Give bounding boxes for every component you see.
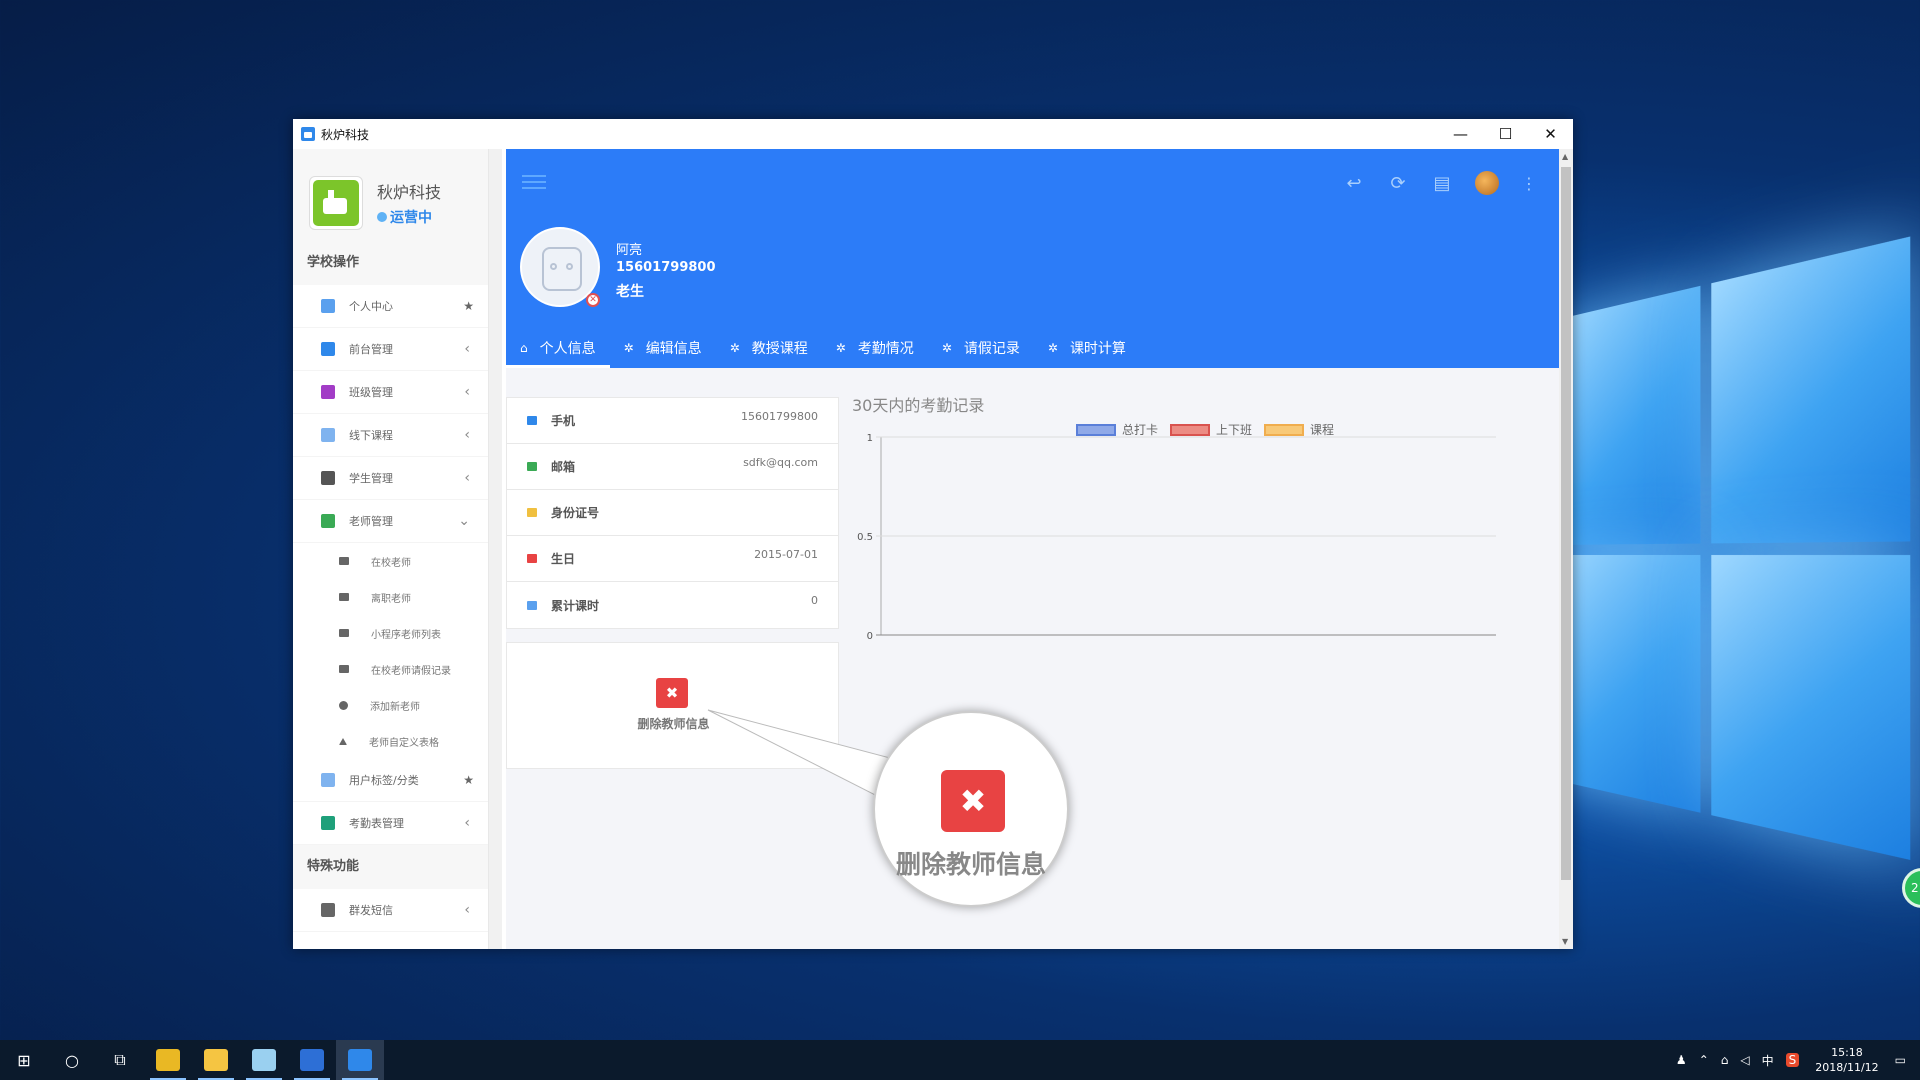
clock-time: 15:18 — [1831, 1046, 1863, 1059]
qiulu-app-icon — [348, 1049, 372, 1071]
notepad-icon — [252, 1049, 276, 1071]
browser-icon — [300, 1049, 324, 1071]
network-icon[interactable]: ⌂ — [1721, 1053, 1729, 1067]
show-hidden-icon[interactable]: ⌃ — [1699, 1053, 1709, 1067]
folder-icon — [204, 1049, 228, 1071]
chrome-icon — [156, 1049, 180, 1071]
notification-icon[interactable]: ▭ — [1895, 1053, 1906, 1067]
taskbar-app-3[interactable] — [288, 1040, 336, 1080]
clock-date: 2018/11/12 — [1815, 1061, 1879, 1074]
zoom-pointer — [707, 709, 906, 801]
task-view-icon[interactable]: ⧉ — [96, 1040, 144, 1080]
zoom-delete-label: 删除教师信息 — [895, 850, 1046, 879]
sogou-icon[interactable]: S — [1785, 1053, 1800, 1067]
taskbar-app-2[interactable] — [240, 1040, 288, 1080]
taskbar-app-0[interactable] — [144, 1040, 192, 1080]
people-icon[interactable]: ♟ — [1676, 1053, 1687, 1067]
volume-icon[interactable]: ◁ — [1740, 1053, 1749, 1067]
ime-indicator[interactable]: 中 — [1762, 1052, 1774, 1069]
taskbar-app-4[interactable] — [336, 1040, 384, 1080]
clock[interactable]: 15:18 2018/11/12 — [1815, 1045, 1878, 1075]
start-button[interactable]: ⊞ — [0, 1040, 48, 1080]
zoom-callout: ✖ 删除教师信息 — [873, 711, 1069, 907]
search-icon[interactable]: ○ — [48, 1040, 96, 1080]
taskbar-app-1[interactable] — [192, 1040, 240, 1080]
zoom-delete-icon: ✖ — [941, 770, 1005, 832]
taskbar: ⊞ ○ ⧉ ♟ ⌃ ⌂ ◁ 中 S 15:18 2018/11/12 ▭ — [0, 1040, 1920, 1080]
system-tray: ♟ ⌃ ⌂ ◁ 中 S 15:18 2018/11/12 ▭ — [1670, 1040, 1920, 1080]
